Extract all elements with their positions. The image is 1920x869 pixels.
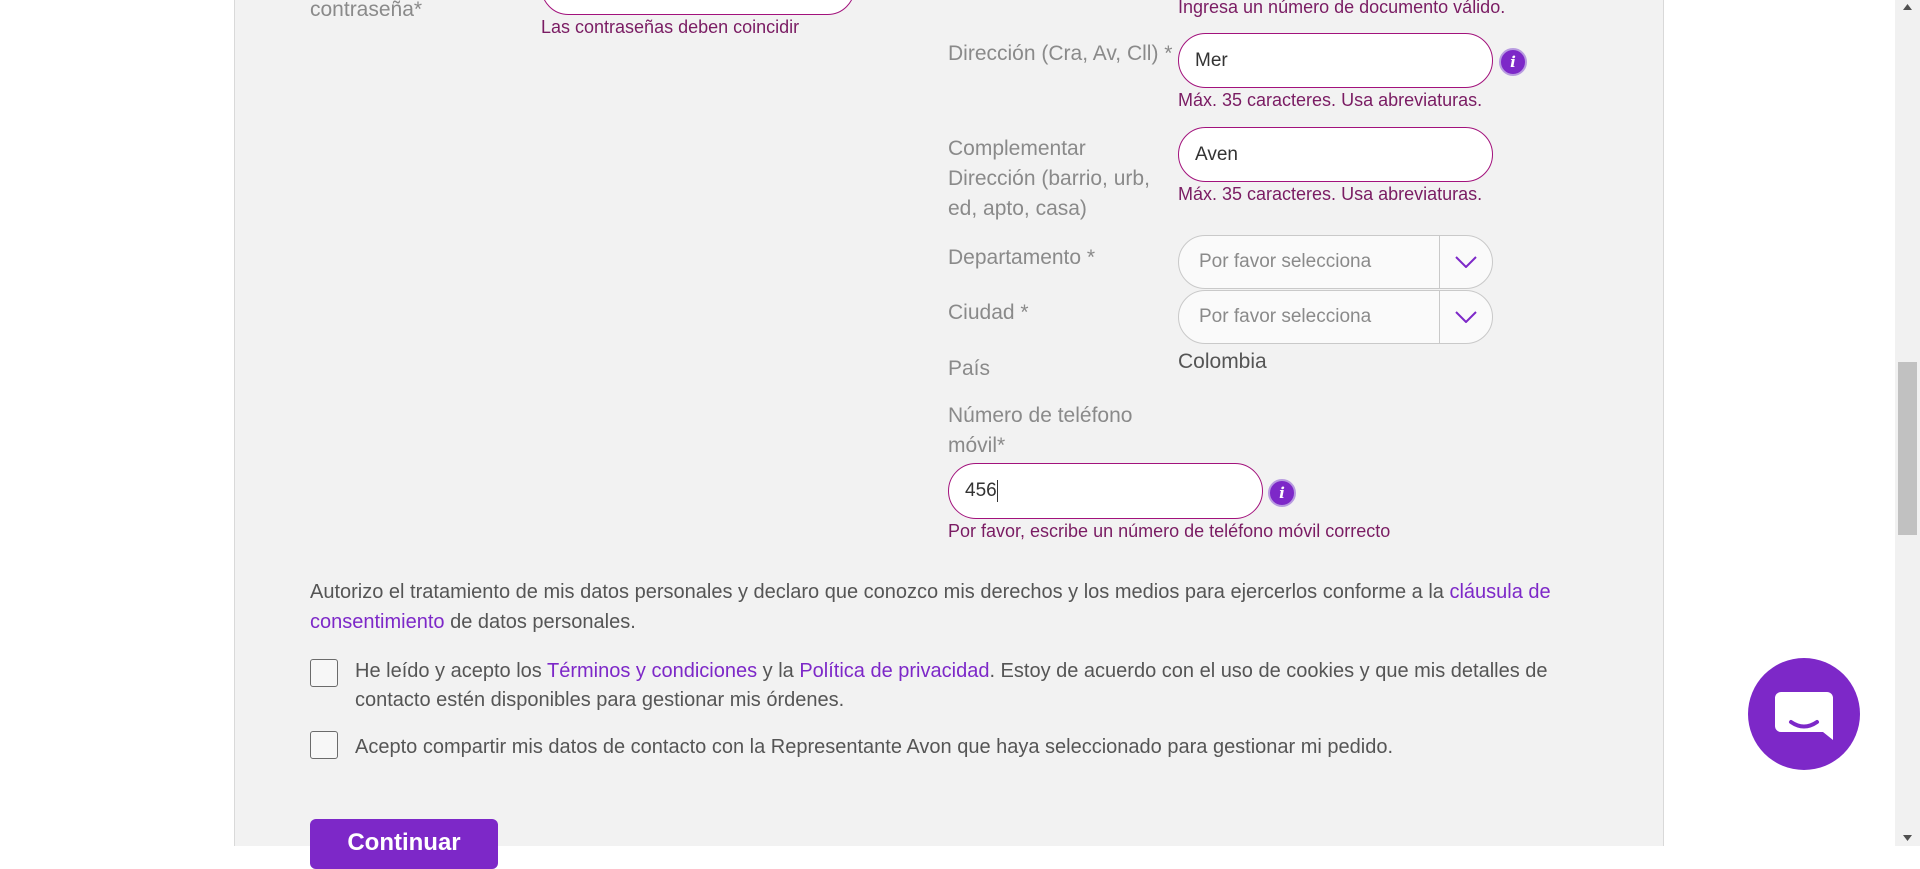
address-label: Dirección (Cra, Av, Cll) * [948, 42, 1173, 65]
terms-link[interactable]: Términos y condiciones [547, 660, 757, 682]
city-placeholder: Por favor selecciona [1199, 306, 1372, 327]
text-cursor [996, 480, 998, 502]
share-data-checkbox[interactable] [310, 731, 338, 759]
department-placeholder: Por favor selecciona [1199, 251, 1372, 272]
consent-text-before: Autorizo el tratamiento de mis datos per… [310, 581, 1450, 603]
address-input[interactable]: Mer [1178, 33, 1493, 88]
password-mismatch-error: Las contraseñas deben coincidir [541, 17, 800, 37]
chevron-down-icon [1439, 236, 1492, 288]
scrollbar-thumb[interactable] [1898, 362, 1917, 535]
phone-label: Número de teléfono móvil* [948, 404, 1133, 457]
chat-button[interactable] [1748, 658, 1860, 770]
consent-text: Autorizo el tratamiento de mis datos per… [310, 577, 1600, 637]
country-label: País [948, 357, 991, 380]
terms-text-2: y la [757, 660, 800, 682]
terms-text: He leído y acepto los Términos y condici… [355, 657, 1595, 715]
department-label: Departamento * [948, 246, 1096, 269]
confirm-password-input[interactable] [541, 0, 855, 15]
share-data-text: Acepto compartir mis datos de contacto c… [355, 736, 1394, 758]
country-value: Colombia [1178, 350, 1267, 373]
address2-label: Complementar Dirección (barrio, urb, ed,… [948, 137, 1150, 220]
confirm-password-label: contraseña* [310, 0, 423, 21]
chat-icon [1775, 692, 1833, 740]
phone-error: Por favor, escribe un número de teléfono… [948, 521, 1391, 541]
city-select[interactable]: Por favor selecciona [1178, 290, 1493, 344]
info-icon[interactable]: i [1268, 479, 1296, 507]
document-error: Ingresa un número de documento válido. [1178, 0, 1506, 17]
city-label: Ciudad * [948, 301, 1029, 324]
address2-value: Aven [1195, 143, 1238, 165]
privacy-link[interactable]: Política de privacidad [799, 660, 989, 682]
terms-text-1: He leído y acepto los [355, 660, 547, 682]
department-select[interactable]: Por favor selecciona [1178, 235, 1493, 289]
consent-text-after: de datos personales. [444, 611, 636, 633]
continue-button[interactable]: Continuar [310, 819, 498, 869]
terms-checkbox[interactable] [310, 659, 338, 687]
phone-input[interactable]: 456 [948, 463, 1263, 519]
address-value: Mer [1195, 49, 1228, 71]
info-icon[interactable]: i [1499, 48, 1527, 76]
address2-hint: Máx. 35 caracteres. Usa abreviaturas. [1178, 184, 1483, 204]
chevron-down-icon [1439, 291, 1492, 343]
phone-value: 456 [965, 480, 997, 501]
address2-input[interactable]: Aven [1178, 127, 1493, 182]
address-hint: Máx. 35 caracteres. Usa abreviaturas. [1178, 90, 1483, 110]
